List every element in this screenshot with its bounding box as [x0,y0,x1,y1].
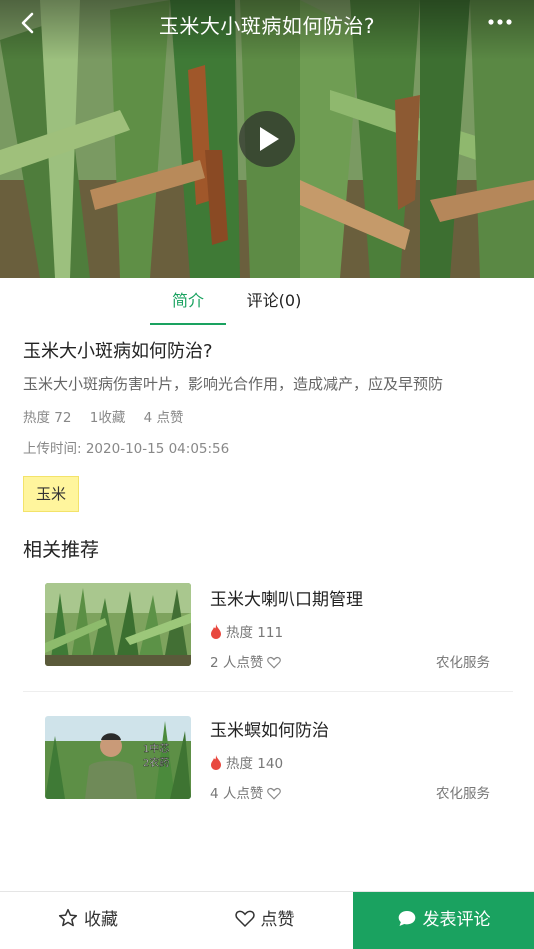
related-heat: 热度 111 [210,621,283,641]
related-likes: 2 人点赞 [210,651,282,671]
thumb-caption-text: 1中芯 [143,742,169,755]
related-item[interactable]: 玉米大喇叭口期管理 热度 111 2 人点赞 农化服务 [23,580,513,690]
more-dots-icon [488,19,512,25]
video-description: 玉米大小斑病伤害叶片，影响光合作用，造成减产，应及早预防 [23,375,444,393]
flame-icon [211,755,221,770]
related-heat-text: 热度 140 [226,756,284,772]
play-button[interactable] [239,111,295,167]
post-comment-button[interactable]: 发表评论 [353,892,534,949]
related-title: 玉米大喇叭口期管理 [210,590,363,610]
upload-time: 上传时间: 2020-10-15 04:05:56 [23,441,230,457]
collect-button[interactable]: 收藏 [0,892,176,949]
heart-outline-icon[interactable] [267,787,282,800]
like-count: 4 点赞 [143,410,184,426]
related-heading: 相关推荐 [23,539,100,561]
play-icon [260,127,279,151]
related-thumbnail [45,583,191,666]
collect-count: 1收藏 [89,410,126,426]
tab-comments[interactable]: 评论(0) [236,278,312,326]
related-source: 农化服务 [436,655,490,671]
related-likes-text: 2 人点赞 [210,655,264,671]
heat-count: 热度 72 [23,410,72,426]
related-source: 农化服务 [436,786,490,802]
related-heat-text: 热度 111 [226,625,284,641]
tab-intro[interactable]: 简介 [150,278,226,326]
star-outline-icon [58,908,78,927]
tag-chip[interactable]: 玉米 [23,476,79,512]
like-button[interactable]: 点赞 [176,892,353,949]
related-heat: 热度 140 [210,752,283,772]
related-thumbnail: 1中芯 2农药 [45,716,191,799]
comment-label: 发表评论 [422,910,491,930]
divider [23,691,513,692]
video-stats: 热度 72 1收藏 4 点赞 [23,406,198,426]
video-title: 玉米大小斑病如何防治? [158,14,376,38]
bottom-action-bar: 收藏 点赞 发表评论 [0,891,534,949]
tab-bar: 简介 评论(0) [0,278,534,326]
related-item[interactable]: 1中芯 2农药 玉米螟如何防治 热度 140 4 人点赞 农化服务 [23,711,513,821]
video-heading: 玉米大小斑病如何防治? [23,341,213,362]
collect-label: 收藏 [84,910,118,930]
related-likes-text: 4 人点赞 [210,786,264,802]
like-label: 点赞 [260,910,295,930]
heart-outline-icon[interactable] [267,656,282,669]
corn-field-image [45,583,191,666]
farmer-video-image: 1中芯 2农药 [45,716,191,799]
more-button[interactable] [486,12,514,32]
heart-outline-icon [234,910,255,928]
chat-bubble-icon [398,911,415,926]
thumb-caption-text: 2农药 [143,756,169,769]
related-likes: 4 人点赞 [210,782,282,802]
video-player[interactable]: 玉米大小斑病如何防治? [0,0,534,278]
flame-icon [211,624,221,639]
related-title: 玉米螟如何防治 [210,721,329,741]
